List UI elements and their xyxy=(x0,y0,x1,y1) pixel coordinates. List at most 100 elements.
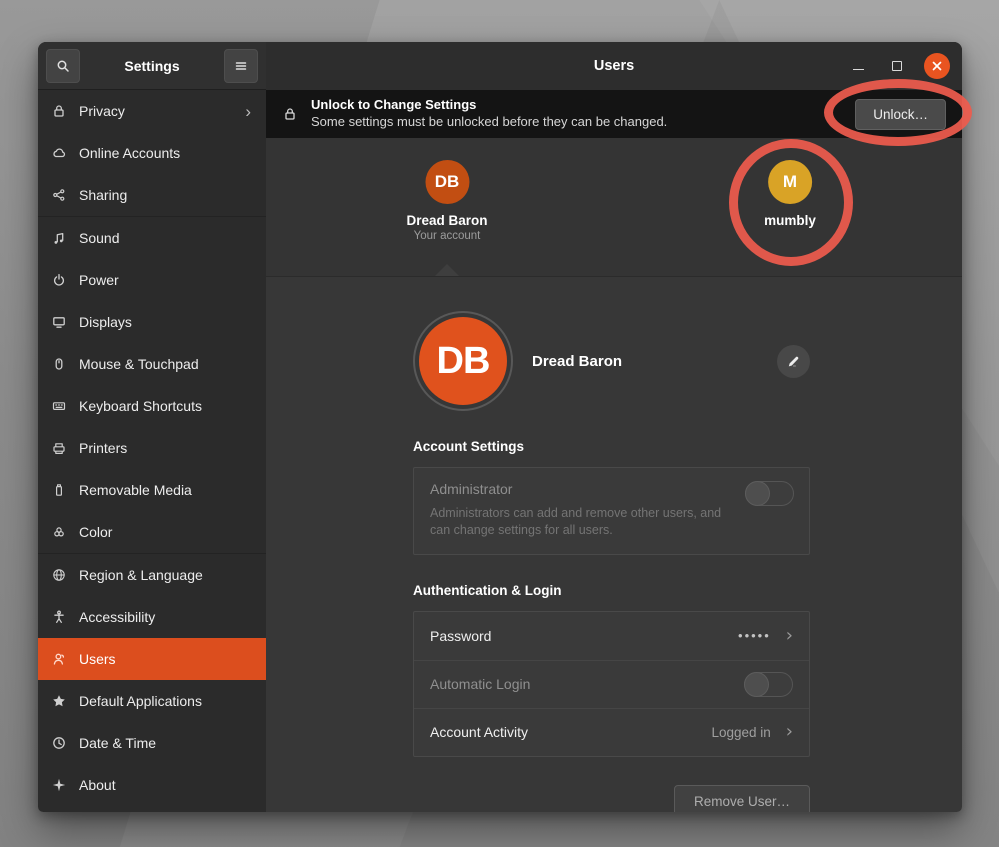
lock-icon xyxy=(282,106,298,122)
sidebar-item-label: Displays xyxy=(79,314,253,330)
mouse-icon xyxy=(51,356,67,372)
unlock-banner-title: Unlock to Change Settings xyxy=(311,97,667,114)
authentication-card: Password ••••• › Automatic Login xyxy=(413,611,810,757)
unlock-banner-subtitle: Some settings must be unlocked before th… xyxy=(311,114,667,131)
sidebar-item-label: Removable Media xyxy=(79,482,253,498)
lock-icon xyxy=(51,103,67,119)
close-button[interactable] xyxy=(924,53,950,79)
sidebar-item-label: Mouse & Touchpad xyxy=(79,356,253,372)
unlock-banner-text: Unlock to Change Settings Some settings … xyxy=(311,97,667,131)
star-icon xyxy=(51,693,67,709)
administrator-card: Administrator Administrators can add and… xyxy=(413,467,810,555)
user-details-panel: DB Dread Baron Account Settings Administ… xyxy=(266,277,962,812)
sidebar-item-region-language[interactable]: Region & Language xyxy=(38,554,266,596)
user-name: mumbly xyxy=(764,213,816,228)
chevron-right-icon: › xyxy=(245,103,253,120)
administrator-label: Administrator xyxy=(430,481,793,497)
minimize-icon xyxy=(853,69,864,70)
sidebar-item-power[interactable]: Power xyxy=(38,259,266,301)
edit-name-button[interactable] xyxy=(777,345,810,378)
main-panel: Users Unlock to Change Settings Some set… xyxy=(266,42,962,812)
menu-button[interactable] xyxy=(224,49,258,83)
sidebar-item-displays[interactable]: Displays xyxy=(38,301,266,343)
page-title: Users xyxy=(594,58,634,74)
minimize-button[interactable] xyxy=(846,54,870,78)
sidebar-item-label: Accessibility xyxy=(79,609,253,625)
automatic-login-row: Automatic Login xyxy=(414,660,809,708)
sidebar-item-printers[interactable]: Printers xyxy=(38,427,266,469)
search-button[interactable] xyxy=(46,49,80,83)
maximize-button[interactable] xyxy=(885,54,909,78)
carousel-user-dread-baron[interactable]: DB Dread Baron Your account xyxy=(406,160,487,242)
sidebar-item-sharing[interactable]: Sharing xyxy=(38,174,266,216)
sidebar-item-users[interactable]: Users xyxy=(38,638,266,680)
maximize-icon xyxy=(892,61,902,71)
avatar: M xyxy=(768,160,812,204)
users-icon xyxy=(51,651,67,667)
share-icon xyxy=(51,187,67,203)
user-subtitle: Your account xyxy=(406,230,487,242)
sidebar-item-color[interactable]: Color xyxy=(38,511,266,553)
sidebar-item-label: Region & Language xyxy=(79,567,253,583)
sidebar-item-label: Sharing xyxy=(79,187,253,203)
close-icon xyxy=(931,60,943,72)
color-icon xyxy=(51,524,67,540)
sidebar-item-label: Printers xyxy=(79,440,253,456)
sidebar-item-mouse-touchpad[interactable]: Mouse & Touchpad xyxy=(38,343,266,385)
settings-window: Settings Privacy › Online Accounts xyxy=(38,42,962,812)
sidebar-item-removable-media[interactable]: Removable Media xyxy=(38,469,266,511)
sidebar-item-label: Users xyxy=(79,651,253,667)
search-icon xyxy=(55,58,71,74)
sidebar-item-date-time[interactable]: Date & Time xyxy=(38,722,266,764)
cloud-icon xyxy=(51,145,67,161)
sidebar-item-sound[interactable]: Sound xyxy=(38,217,266,259)
sidebar-item-label: Privacy xyxy=(79,103,233,119)
profile-row: DB Dread Baron xyxy=(413,311,810,411)
carousel-user-mumbly[interactable]: M mumbly xyxy=(764,160,816,228)
music-note-icon xyxy=(51,230,67,246)
clock-icon xyxy=(51,735,67,751)
toggle-knob xyxy=(745,481,770,506)
sidebar-item-privacy[interactable]: Privacy › xyxy=(38,90,266,132)
password-label: Password xyxy=(430,628,491,644)
user-name: Dread Baron xyxy=(406,213,487,228)
unlock-button[interactable]: Unlock… xyxy=(855,99,946,130)
sidebar-item-online-accounts[interactable]: Online Accounts xyxy=(38,132,266,174)
remove-user-button[interactable]: Remove User… xyxy=(674,785,810,812)
power-icon xyxy=(51,272,67,288)
account-activity-value: Logged in xyxy=(711,725,770,740)
password-value: ••••• xyxy=(738,628,771,643)
avatar-ring: DB xyxy=(413,311,513,411)
sidebar-item-accessibility[interactable]: Accessibility xyxy=(38,596,266,638)
pencil-icon xyxy=(786,354,801,369)
section-heading-authentication: Authentication & Login xyxy=(413,583,810,598)
user-carousel: DB Dread Baron Your account M mumbly xyxy=(266,138,962,277)
sidebar-item-label: Date & Time xyxy=(79,735,253,751)
password-row[interactable]: Password ••••• › xyxy=(414,612,809,660)
selected-user-pointer xyxy=(435,264,459,276)
sidebar-item-label: Color xyxy=(79,524,253,540)
sidebar-title: Settings xyxy=(80,58,224,74)
sidebar-item-label: Power xyxy=(79,272,253,288)
sidebar-nav: Privacy › Online Accounts Sharing Sound xyxy=(38,90,266,812)
sidebar-item-default-applications[interactable]: Default Applications xyxy=(38,680,266,722)
administrator-description: Administrators can add and remove other … xyxy=(430,505,742,539)
sidebar-item-label: Keyboard Shortcuts xyxy=(79,398,253,414)
chevron-right-icon: › xyxy=(786,723,793,741)
sidebar-item-keyboard-shortcuts[interactable]: Keyboard Shortcuts xyxy=(38,385,266,427)
sidebar: Settings Privacy › Online Accounts xyxy=(38,42,266,812)
avatar[interactable]: DB xyxy=(419,317,507,405)
sidebar-item-label: About xyxy=(79,777,253,793)
administrator-toggle[interactable] xyxy=(745,481,794,506)
accessibility-icon xyxy=(51,609,67,625)
sidebar-item-label: Default Applications xyxy=(79,693,253,709)
keyboard-icon xyxy=(51,398,67,414)
chevron-right-icon: › xyxy=(786,627,793,645)
automatic-login-toggle[interactable] xyxy=(744,672,793,697)
avatar: DB xyxy=(425,160,469,204)
sidebar-item-about[interactable]: About xyxy=(38,764,266,806)
globe-icon xyxy=(51,567,67,583)
window-controls xyxy=(846,42,950,90)
account-activity-row[interactable]: Account Activity Logged in › xyxy=(414,708,809,756)
automatic-login-label: Automatic Login xyxy=(430,676,530,692)
